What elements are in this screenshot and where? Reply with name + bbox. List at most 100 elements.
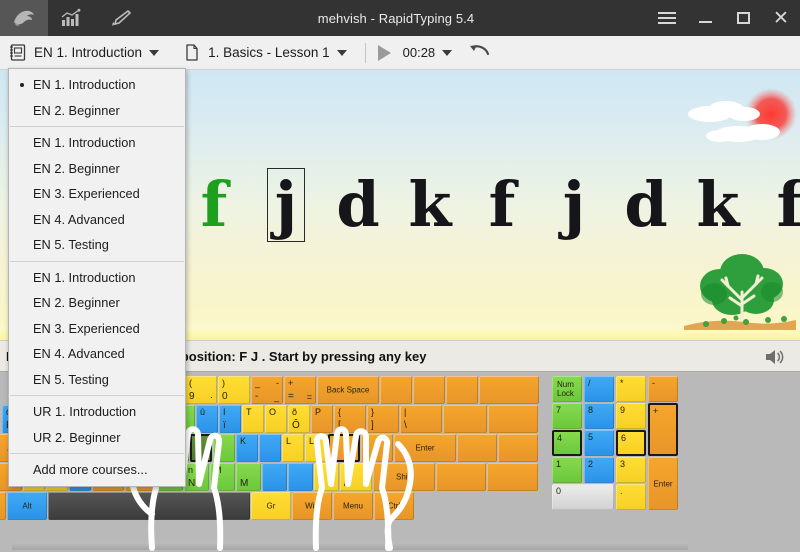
- key-legend: ]: [371, 420, 374, 431]
- keyboard-key[interactable]: .: [616, 484, 646, 510]
- keyboard-key[interactable]: M: [236, 463, 261, 491]
- keyboard-key[interactable]: (9 ·: [185, 376, 217, 404]
- keyboard-key[interactable]: + = =: [284, 376, 316, 404]
- keyboard-key[interactable]: O: [265, 405, 287, 433]
- keyboard-key[interactable]: 6: [616, 430, 646, 456]
- typing-practice-icon[interactable]: [0, 0, 48, 36]
- keyboard-key[interactable]: [48, 492, 250, 520]
- keyboard-key[interactable]: /: [584, 376, 614, 402]
- keyboard-key[interactable]: [288, 463, 313, 491]
- keyboard-key[interactable]: :;: [328, 434, 360, 462]
- lesson-selector[interactable]: 1. Basics - Lesson 1: [174, 36, 356, 69]
- keyboard-key[interactable]: [436, 463, 486, 491]
- course-selector[interactable]: EN 1. Introduction: [0, 36, 168, 69]
- menu-item[interactable]: EN 1. Introduction: [9, 72, 185, 98]
- keyboard-key[interactable]: [498, 434, 538, 462]
- keyboard-key[interactable]: *: [616, 376, 646, 402]
- keyboard-key[interactable]: [259, 434, 281, 462]
- keyboard-key[interactable]: " ': [361, 434, 393, 462]
- keyboard-key[interactable]: 1: [552, 457, 582, 483]
- main-menu-button[interactable]: [648, 0, 686, 36]
- keyboard-key[interactable]: [443, 405, 487, 433]
- menu-item[interactable]: UR 2. Beginner: [9, 425, 185, 451]
- close-button[interactable]: ✕: [762, 0, 800, 36]
- menu-item[interactable]: EN 1. Introduction: [9, 265, 185, 291]
- keyboard-key[interactable]: Alt: [7, 492, 47, 520]
- minimize-button[interactable]: [686, 0, 724, 36]
- menu-item[interactable]: EN 1. Introduction: [9, 130, 185, 156]
- keyboard-key[interactable]: [380, 376, 412, 404]
- numeric-keypad[interactable]: Num Lock / * - 7 8 9 +4 5 6 1 2 3 Enter 0.: [552, 374, 680, 524]
- keyboard-key[interactable]: Back Space: [317, 376, 379, 404]
- keyboard-key[interactable]: Iï: [219, 405, 241, 433]
- keyboard-key[interactable]: Shift: [373, 463, 435, 491]
- lesson-chevron-down-icon[interactable]: [336, 49, 347, 56]
- menu-item[interactable]: EN 5. Testing: [9, 232, 185, 258]
- keyboard-key[interactable]: 0: [552, 484, 614, 510]
- keyboard-key[interactable]: [262, 463, 287, 491]
- keyboard-key[interactable]: JJ: [190, 434, 212, 462]
- menu-item[interactable]: UR 1. Introduction: [9, 399, 185, 425]
- menu-item[interactable]: EN 5. Testing: [9, 367, 185, 393]
- keyboard-key[interactable]: 2: [584, 457, 614, 483]
- menu-item[interactable]: EN 2. Beginner: [9, 98, 185, 124]
- keyboard-key[interactable]: {[: [334, 405, 366, 433]
- keyboard-key[interactable]: Ctrl: [374, 492, 414, 520]
- keyboard-key[interactable]: [487, 463, 538, 491]
- keyboard-key[interactable]: ? /: [340, 463, 372, 491]
- menu-item[interactable]: EN 4. Advanced: [9, 207, 185, 233]
- keyboard-key[interactable]: û: [196, 405, 218, 433]
- keyboard-key[interactable]: +: [648, 403, 678, 456]
- keyboard-key[interactable]: Menu: [333, 492, 373, 520]
- keyboard-key[interactable]: 4: [552, 430, 582, 456]
- keyboard-key[interactable]: _ - - _: [251, 376, 283, 404]
- keyboard-key[interactable]: ) 0: [218, 376, 250, 404]
- menu-item[interactable]: EN 4. Advanced: [9, 341, 185, 367]
- speaker-icon[interactable]: [764, 347, 786, 372]
- menu-item[interactable]: Add more courses...: [9, 457, 185, 483]
- keyboard-key[interactable]: P: [311, 405, 333, 433]
- keyboard-key[interactable]: Win: [0, 492, 6, 520]
- menu-item[interactable]: EN 3. Experienced: [9, 316, 185, 342]
- keyboard-key[interactable]: Gr: [251, 492, 291, 520]
- keyboard-key[interactable]: [213, 434, 235, 462]
- maximize-button[interactable]: [724, 0, 762, 36]
- course-dropdown-menu[interactable]: EN 1. Introduction EN 2. Beginner EN 1. In…: [8, 68, 186, 487]
- menu-item[interactable]: EN 2. Beginner: [9, 290, 185, 316]
- keyboard-key[interactable]: }]: [367, 405, 399, 433]
- keyboard-key[interactable]: M: [210, 463, 235, 491]
- rapidtyping-window: mehvish - RapidTyping 5.4 ✕ EN 1. Introd…: [0, 0, 800, 552]
- keyboard-key[interactable]: 3: [616, 457, 646, 483]
- keyboard-key[interactable]: Enter: [394, 434, 456, 462]
- lesson-editor-icon[interactable]: [96, 0, 144, 36]
- keyboard-key[interactable]: [314, 463, 339, 491]
- play-icon[interactable]: [377, 44, 391, 61]
- keyboard-key[interactable]: [457, 434, 497, 462]
- keyboard-key[interactable]: õÔ: [288, 405, 310, 433]
- timer-chevron-down-icon[interactable]: [442, 49, 453, 56]
- keyboard-key[interactable]: K: [236, 434, 258, 462]
- menu-item[interactable]: EN 2. Beginner: [9, 156, 185, 182]
- keyboard-key[interactable]: L: [282, 434, 304, 462]
- statistics-icon[interactable]: [48, 0, 96, 36]
- keyboard-key[interactable]: | \: [400, 405, 442, 433]
- keyboard-key[interactable]: Num Lock: [552, 376, 582, 402]
- keyboard-key[interactable]: -: [648, 376, 678, 402]
- undo-icon[interactable]: [467, 42, 491, 63]
- keyboard-key[interactable]: 8: [584, 403, 614, 429]
- keyboard-key[interactable]: [413, 376, 445, 404]
- keyboard-key[interactable]: 9: [616, 403, 646, 429]
- keyboard-key[interactable]: 5: [584, 430, 614, 456]
- keyboard-key[interactable]: 7: [552, 403, 582, 429]
- keyboard-key[interactable]: [479, 376, 539, 404]
- course-chevron-down-icon[interactable]: [149, 49, 160, 56]
- keyboard-key[interactable]: T: [242, 405, 264, 433]
- keyboard-key[interactable]: nN: [184, 463, 209, 491]
- keyboard-key[interactable]: Win: [292, 492, 332, 520]
- keyboard-key[interactable]: [446, 376, 478, 404]
- menu-item[interactable]: EN 3. Experienced: [9, 181, 185, 207]
- keyboard-key[interactable]: L: [305, 434, 327, 462]
- keyboard-key[interactable]: [488, 405, 538, 433]
- menu-item-label: EN 4. Advanced: [33, 211, 125, 227]
- keyboard-key[interactable]: Enter: [648, 457, 678, 510]
